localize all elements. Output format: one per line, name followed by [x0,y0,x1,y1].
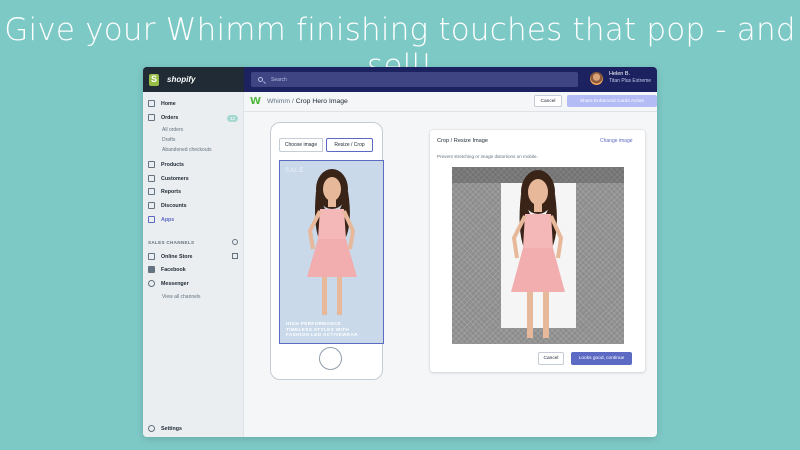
user-plan: Titan Plus Extreme [609,78,652,84]
tab-resize-crop[interactable]: Resize / Crop [326,138,373,152]
top-bar: shopify Helen B. Titan Plus Extreme [143,67,657,92]
products-icon [148,161,155,168]
card-description: Prevent stretching or image distortions … [437,154,538,159]
orders-count-badge: 12 [227,115,239,122]
sidebar-item-facebook[interactable]: Facebook [148,266,186,273]
sidebar-item-products[interactable]: Products [148,161,184,168]
crop-canvas[interactable] [452,167,624,344]
caption-line: HIGH PERFORMANCE [286,321,342,326]
sidebar-item-label: Discounts [161,202,187,209]
user-menu[interactable]: Helen B. Titan Plus Extreme [590,71,651,85]
sidebar-item-label: Home [161,100,176,107]
gear-icon [148,425,155,432]
avatar [590,71,603,85]
orders-icon [148,114,155,121]
sidebar-item-label: Customers [161,175,189,182]
whimm-logo: W [250,96,262,107]
sidebar-item-customers[interactable]: Customers [148,175,189,182]
facebook-icon [148,266,155,273]
brand-name: shopify [167,75,196,84]
sidebar-item-discounts[interactable]: Discounts [148,202,187,209]
reports-icon [148,188,155,195]
card-title: Crop / Resize Image [437,138,488,144]
sidebar-item-home[interactable]: Home [148,100,176,107]
breadcrumb: W Whimm / Crop Hero Image Cancel Share E… [244,92,657,112]
phone-home-button [319,347,342,370]
messenger-icon [148,280,155,287]
crop-resize-card: Crop / Resize Image Change image Prevent… [430,130,645,372]
sidebar-item-online-store[interactable]: Online Store [148,253,193,260]
user-name: Helen B. [609,71,631,77]
page-title: Crop Hero Image [295,98,348,105]
cancel-button[interactable]: Cancel [534,95,562,107]
home-icon [148,100,155,107]
share-action-button[interactable]: Share Enhanced Cards Action [567,95,657,107]
sidebar: Home Orders 12 All orders Drafts Abandon… [143,92,244,437]
continue-button[interactable]: Looks good, continue [571,352,632,365]
sidebar-item-reports[interactable]: Reports [148,188,181,195]
tab-choose-image[interactable]: Choose image [279,138,323,152]
sidebar-item-label: Online Store [161,253,193,260]
sidebar-item-label: Orders [161,114,179,121]
shopify-bag-icon [149,73,159,86]
sidebar-item-orders[interactable]: Orders [148,114,178,121]
hero-image-preview: SALE HIGH PERFORMANCE TIMELESS STYLES WI… [279,160,384,344]
sidebar-subitem-abandoned[interactable]: Abandoned checkouts [162,147,211,153]
store-icon [148,253,155,260]
sidebar-subitem-drafts[interactable]: Drafts [162,137,175,143]
sidebar-item-label: Messenger [161,280,189,287]
sidebar-item-label: Reports [161,188,182,195]
view-all-channels-link[interactable]: View all channels [162,294,201,300]
sidebar-item-apps[interactable]: Apps [148,216,174,223]
image-tabs: Choose image Resize / Crop [279,138,373,152]
sales-channels-heading: SALES CHANNELS [148,240,195,245]
sidebar-item-label: Products [161,161,184,168]
apps-icon [148,216,155,223]
model-photo [511,170,565,338]
sidebar-item-label: Facebook [161,266,186,273]
customers-icon [148,175,155,182]
sidebar-item-messenger[interactable]: Messenger [148,280,189,287]
model-photo [307,169,357,315]
sidebar-item-label: Apps [161,216,175,223]
search-input[interactable] [271,76,551,83]
sidebar-item-settings[interactable]: Settings [148,425,182,432]
phone-preview: Choose image Resize / Crop SALE HIGH PER… [270,122,384,380]
caption-line: TIMELESS STYLES WITH [286,326,350,332]
caption-line: FASHION-LED ACTIVEWEAR [286,332,358,337]
sidebar-subitem-all-orders[interactable]: All orders [162,127,183,133]
search-bar[interactable] [251,72,578,87]
discounts-icon [148,202,155,209]
external-link-icon[interactable] [232,253,238,259]
change-image-link[interactable]: Change image [600,138,633,144]
add-channel-icon[interactable] [232,239,238,245]
search-icon [258,77,263,82]
breadcrumb-text: Whimm / Crop Hero Image [267,98,348,105]
breadcrumb-parent[interactable]: Whimm / [267,98,294,105]
hero-caption: HIGH PERFORMANCE TIMELESS STYLES WITH FA… [286,321,358,338]
shopify-brand[interactable]: shopify [143,67,244,92]
main-content: W Whimm / Crop Hero Image Cancel Share E… [244,92,657,437]
sidebar-item-label: Settings [161,425,182,432]
crop-cancel-button[interactable]: Cancel [538,352,564,365]
shopify-admin-window: shopify Helen B. Titan Plus Extreme Home… [143,67,657,437]
